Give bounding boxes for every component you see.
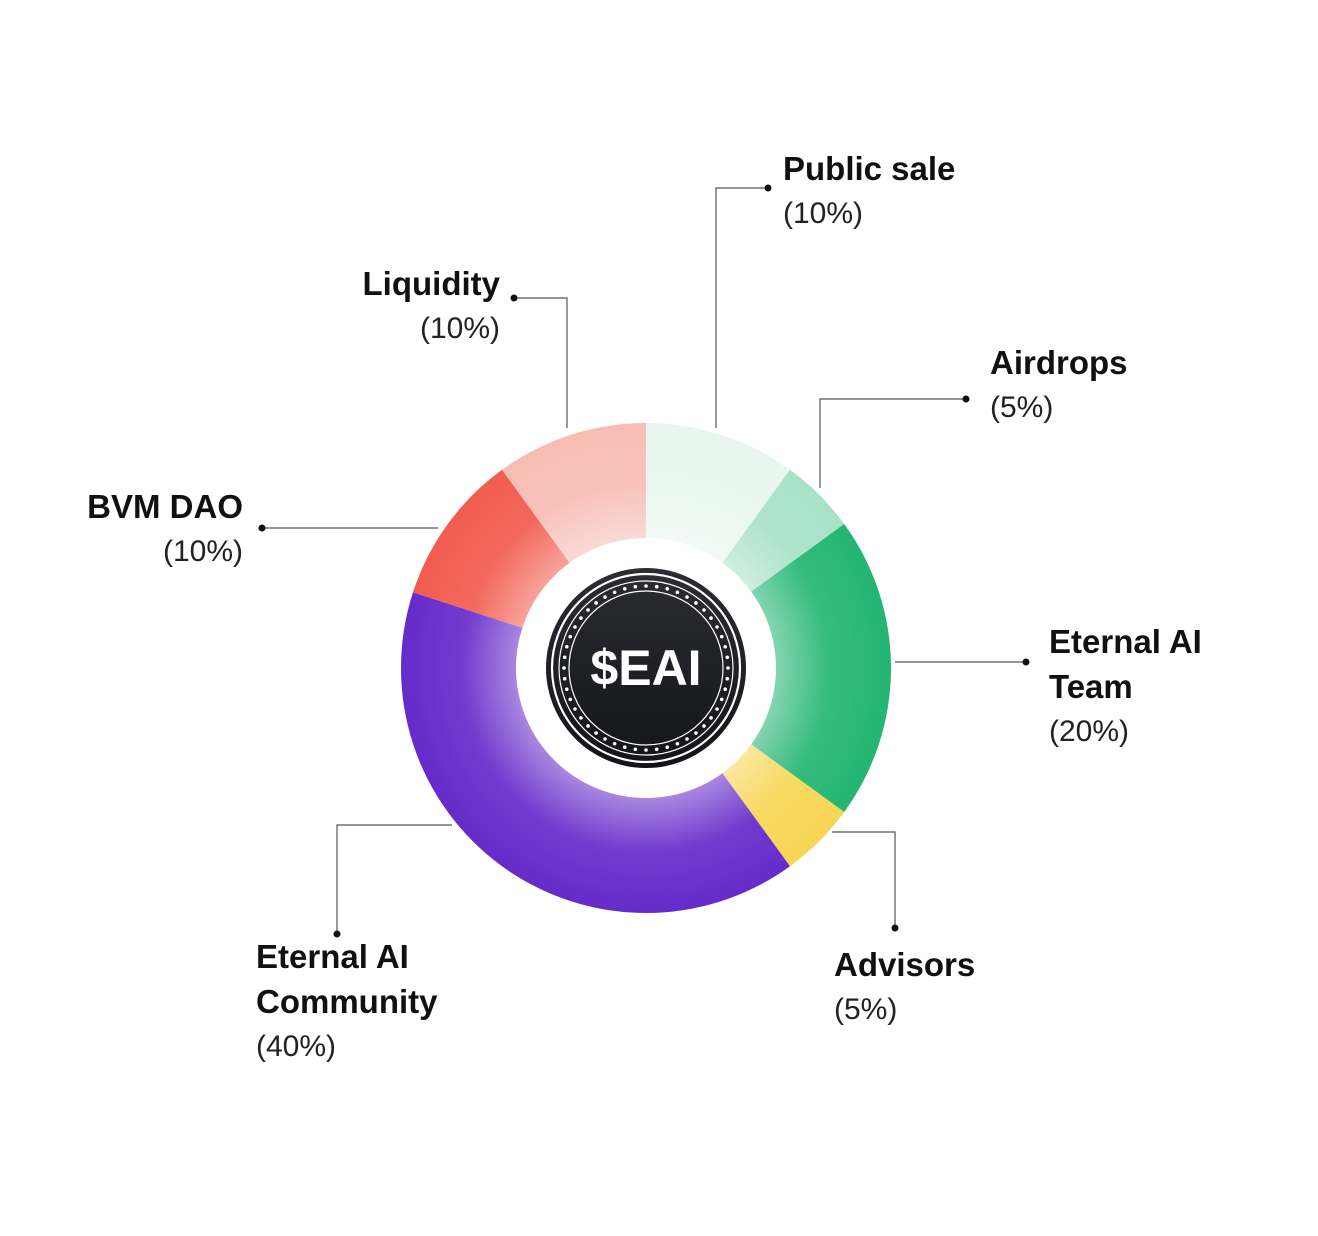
slice-percent: (5%) bbox=[834, 993, 898, 1026]
center-label: $EAI bbox=[590, 640, 701, 696]
label-bvm-dao: BVM DAO (10%) bbox=[87, 484, 243, 574]
label-advisors: Advisors (5%) bbox=[834, 942, 975, 1032]
leader-line-eternal-ai-community bbox=[336, 824, 452, 934]
token-allocation-chart: $EAI Public sale (10%) Airdrops (5%) Eternal… bbox=[0, 0, 1318, 1236]
label-eternal-ai-team: Eternal AI Team (20%) bbox=[1049, 619, 1202, 754]
leader-line-advisors bbox=[832, 831, 896, 928]
leader-dot-liquidity bbox=[510, 294, 518, 302]
slice-percent: (10%) bbox=[162, 535, 243, 568]
slice-percent: (10%) bbox=[419, 312, 500, 345]
slice-name-line: Team bbox=[1049, 668, 1133, 705]
leader-dot-advisors bbox=[891, 924, 899, 932]
leader-dot-airdrops bbox=[962, 395, 970, 403]
leader-dot-eternal-ai-team bbox=[1022, 658, 1030, 666]
slice-name-line: BVM DAO bbox=[87, 488, 243, 525]
slice-name-line: Advisors bbox=[834, 946, 976, 983]
slice-name-line: Liquidity bbox=[362, 265, 500, 302]
slice-percent: (5%) bbox=[990, 391, 1054, 424]
leader-dot-bvm-dao bbox=[258, 524, 266, 532]
donut-chart: $EAI bbox=[258, 184, 1030, 938]
label-eternal-ai-community: Eternal AI Community (40%) bbox=[256, 934, 438, 1069]
slice-percent: (40%) bbox=[256, 1030, 337, 1063]
label-public-sale: Public sale (10%) bbox=[783, 146, 955, 236]
slice-name-line: Eternal AI bbox=[1049, 623, 1202, 660]
slice-name-line: Eternal AI bbox=[256, 938, 409, 975]
leader-line-liquidity bbox=[514, 297, 568, 428]
label-airdrops: Airdrops (5%) bbox=[990, 340, 1128, 430]
slice-name-line: Public sale bbox=[783, 150, 956, 187]
slice-percent: (10%) bbox=[783, 197, 864, 230]
leader-line-airdrops bbox=[819, 398, 966, 488]
eai-coin-icon: $EAI bbox=[546, 568, 746, 768]
slice-name-line: Airdrops bbox=[990, 344, 1128, 381]
slice-percent: (20%) bbox=[1049, 715, 1130, 748]
leader-line-public-sale bbox=[715, 187, 768, 428]
slice-name-line: Community bbox=[256, 983, 438, 1020]
leader-dot-public-sale bbox=[764, 184, 772, 192]
label-liquidity: Liquidity (10%) bbox=[363, 261, 500, 351]
